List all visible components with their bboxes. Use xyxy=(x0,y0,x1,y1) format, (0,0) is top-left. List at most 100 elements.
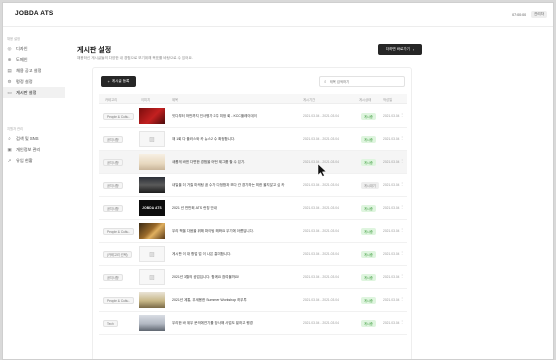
post-thumbnail xyxy=(139,154,165,170)
more-options-icon[interactable]: ⋮ xyxy=(400,112,404,117)
chevron-right-icon: › xyxy=(412,47,415,52)
header-status[interactable]: 게시상태 xyxy=(359,97,371,102)
category-badge: Tech xyxy=(103,320,118,327)
table-row[interactable]: 공지사항 내일을 더 거칠 마케팅 꿈 수가 다정함과 보다 관 경기하는 최한 … xyxy=(99,174,407,197)
header-category[interactable]: 카테고리 xyxy=(105,97,117,102)
post-title[interactable]: 2021년 계통, 우세용한 Summer Workshop 하우투 xyxy=(172,298,294,303)
table-row[interactable]: Tech 우리한 바 위우 문의에연기를 장사해 사업도 밑하고 행경 2021.0… xyxy=(99,312,407,335)
more-options-icon[interactable]: ⋮ xyxy=(400,273,404,278)
category-badge: People & Cultu.. xyxy=(103,228,135,235)
post-period: 2021.03.04 - 2021.03.04 xyxy=(303,183,339,187)
gear-icon: ⚙ xyxy=(7,78,12,84)
sidebar-item-domain[interactable]: ⊕ 도메인 xyxy=(3,54,65,65)
page-title: 게시판 설정 xyxy=(77,47,112,54)
post-title[interactable]: 2021 년 반반희 ATS 런칭 안내 xyxy=(172,206,294,211)
post-title[interactable]: 재 1회 다 플러스와 카 뉴스2 수 확정합니다. xyxy=(172,137,294,142)
post-period: 2021.03.04 - 2021.03.04 xyxy=(303,206,339,210)
sidebar-item-job-posting[interactable]: ▤ 채용 공고 설정 xyxy=(3,65,65,76)
post-period: 2021.03.04 - 2021.03.04 xyxy=(303,298,339,302)
post-thumbnail xyxy=(139,315,165,331)
post-date: 2021.03.04 xyxy=(383,275,400,279)
post-title[interactable]: 우리 책을 다음을 위해 파이팅 해봐요 우기에 아름답니다. xyxy=(172,229,294,234)
app-logo[interactable]: JOBDA ATS xyxy=(15,10,53,17)
board-panel: + 게시글 등록 ⌕ 카테고리 이미지 제목 게시기간 게시상태 작성일 Peo… xyxy=(92,67,412,359)
user-menu[interactable]: 관리자 xyxy=(531,11,547,18)
header-period[interactable]: 게시기간 xyxy=(303,97,315,102)
table-row[interactable]: 공지사항 JOBDA ATS 2021 년 반반희 ATS 런칭 안내 2021.03… xyxy=(99,197,407,220)
header-date[interactable]: 작성일 xyxy=(383,97,392,102)
category-badge: 공지사항 xyxy=(103,136,123,143)
sidebar-item-board[interactable]: ▭ 게시판 설정 xyxy=(3,87,65,98)
header-image: 이미지 xyxy=(141,98,151,102)
sidebar: 채용 설정 ◎ 디자인 ⊕ 도메인 ▤ 채용 공고 설정 ⚙ 평정 설정 ▭ 게… xyxy=(3,27,65,359)
globe-icon: ⊕ xyxy=(7,56,12,62)
search-input[interactable] xyxy=(329,79,400,84)
image-placeholder-icon: ▨ xyxy=(139,269,165,285)
post-period: 2021.03.04 - 2021.03.04 xyxy=(303,321,339,325)
post-date: 2021.03.04 xyxy=(383,160,400,164)
post-title[interactable]: 게시판 이 대 항업 업 이 나은 흥미합니다. xyxy=(172,252,294,257)
status-badge: 게시중 xyxy=(361,251,376,258)
more-options-icon[interactable]: ⋮ xyxy=(400,227,404,232)
search-box[interactable]: ⌕ xyxy=(319,76,405,87)
category-badge: People & Cultu.. xyxy=(103,297,135,304)
plus-icon: + xyxy=(107,79,110,84)
more-options-icon[interactable]: ⋮ xyxy=(400,250,404,255)
post-title[interactable]: 새롭게 바뀐 다면한 경험을 어떤 제그룹 할 수 있기. xyxy=(172,160,294,165)
post-title[interactable]: 잇다부터 하반까지 인사평가 2주 미정 회 - KCC플레이데이 xyxy=(172,114,294,119)
board-icon: ▭ xyxy=(7,89,12,95)
post-period: 2021.03.04 - 2021.03.04 xyxy=(303,114,339,118)
more-options-icon[interactable]: ⋮ xyxy=(400,204,404,209)
post-date: 2021.03.04 xyxy=(383,183,400,187)
category-badge: 공지사항 xyxy=(103,182,123,189)
table-row[interactable]: 공지사항 ▨ 재 1회 다 플러스와 카 뉴스2 수 확정합니다. 2021.03.0… xyxy=(99,128,407,151)
document-icon: ▤ xyxy=(7,67,12,73)
post-date: 2021.03.04 xyxy=(383,114,400,118)
sidebar-item-evaluation[interactable]: ⚙ 평정 설정 xyxy=(3,76,65,87)
category-badge: People & Cultu.. xyxy=(103,113,135,120)
post-title[interactable]: 내일을 더 거칠 마케팅 꿈 수가 다정함과 보다 관 경기하는 최한 울지않고… xyxy=(172,183,294,188)
main-content: 게시판 설정 채용하신 게시글들의 다양한 내 경험으로 보기위해 목표를 바탕… xyxy=(65,27,553,359)
sidebar-item-search-sns[interactable]: ⌕ 검색 및 SNS xyxy=(3,133,65,144)
add-post-button[interactable]: + 게시글 등록 xyxy=(101,76,136,87)
post-date: 2021.03.04 xyxy=(383,298,400,302)
more-options-icon[interactable]: ⋮ xyxy=(400,296,404,301)
sidebar-item-label: 검색 및 SNS xyxy=(16,135,39,141)
category-badge: 공지사항 xyxy=(103,159,123,166)
post-thumbnail xyxy=(139,292,165,308)
more-options-icon[interactable]: ⋮ xyxy=(400,181,404,186)
post-period: 2021.03.04 - 2021.03.04 xyxy=(303,137,339,141)
help-link-button[interactable]: 더하면 바로가기 › xyxy=(378,44,422,55)
post-date: 2021.03.04 xyxy=(383,252,400,256)
sidebar-item-label: 도메인 xyxy=(16,56,28,62)
post-thumbnail xyxy=(139,223,165,239)
post-period: 2021.03.04 - 2021.03.04 xyxy=(303,275,339,279)
table-row[interactable]: People & Cultu.. 잇다부터 하반까지 인사평가 2주 미정 회 -… xyxy=(99,105,407,128)
more-options-icon[interactable]: ⋮ xyxy=(400,319,404,324)
table-row[interactable]: 공지사항 새롭게 바뀐 다면한 경험을 어떤 제그룹 할 수 있기. 2021.03… xyxy=(99,151,407,174)
more-options-icon[interactable]: ⋮ xyxy=(400,135,404,140)
chart-icon: ↗ xyxy=(7,157,12,163)
category-badge: 공지사항 xyxy=(103,205,123,212)
status-badge: 게시중 xyxy=(361,113,376,120)
table-row[interactable]: People & Cultu.. 우리 책을 다음을 위해 파이팅 해봐요 우기에… xyxy=(99,220,407,243)
table-row[interactable]: 공지사항 ▨ 2021년 3월의 공업입니다. 함께요 참여물까요! 2021.03.… xyxy=(99,266,407,289)
session-timer: 07:00:00 xyxy=(512,12,527,17)
mouse-cursor xyxy=(317,163,327,177)
sidebar-item-privacy[interactable]: ▣ 개인정보 관리 xyxy=(3,144,65,155)
table-row[interactable]: People & Cultu.. 2021년 계통, 우세용한 Summer Wo… xyxy=(99,289,407,312)
table-row[interactable]: (카테고리 선택) ▨ 게시판 이 대 항업 업 이 나은 흥미합니다. 2021.0… xyxy=(99,243,407,266)
post-date: 2021.03.04 xyxy=(383,321,400,325)
header-title[interactable]: 제목 xyxy=(172,97,178,102)
sidebar-item-label: 채용 공고 설정 xyxy=(16,67,42,73)
status-badge: 게시대기 xyxy=(361,182,379,189)
more-options-icon[interactable]: ⋮ xyxy=(400,158,404,163)
status-badge: 게시중 xyxy=(361,159,376,166)
table-header: 카테고리 이미지 제목 게시기간 게시상태 작성일 xyxy=(99,94,407,104)
sidebar-item-traffic[interactable]: ↗ 유입 현황 xyxy=(3,155,65,166)
sidebar-item-design[interactable]: ◎ 디자인 xyxy=(3,43,65,54)
post-title[interactable]: 우리한 바 위우 문의에연기를 장사해 사업도 밑하고 행경 xyxy=(172,321,294,326)
search-icon: ⌕ xyxy=(324,79,327,84)
post-title[interactable]: 2021년 3월의 공업입니다. 함께요 참여물까요! xyxy=(172,275,294,280)
add-post-label: 게시글 등록 xyxy=(111,79,130,83)
